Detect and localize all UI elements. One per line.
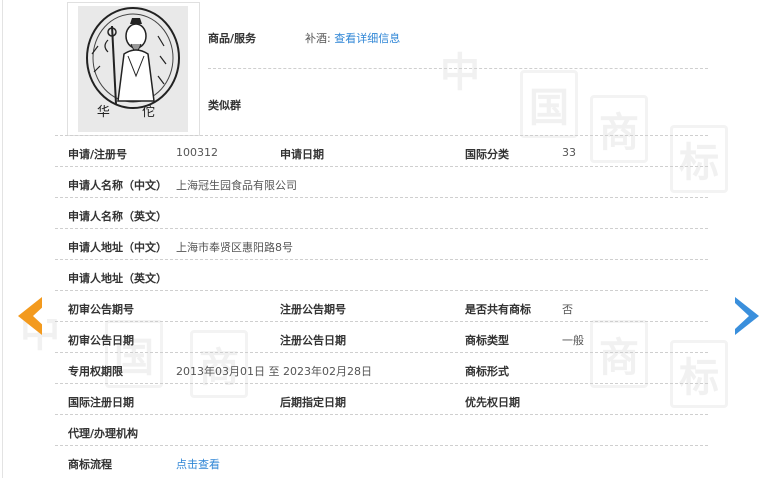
trademark-picture: 华 佗 <box>78 6 188 132</box>
shared-trademark-label: 是否共有商标 <box>465 303 531 316</box>
row-divider <box>55 321 708 322</box>
subsequent-designation-date-label: 后期指定日期 <box>280 396 346 409</box>
applicant-address-cn-label: 申请人地址（中文） <box>68 241 167 254</box>
registration-announcement-no-label: 注册公告期号 <box>280 303 346 316</box>
prelim-announcement-no-label: 初审公告期号 <box>68 303 134 316</box>
exclusive-right-period-label: 专用权期限 <box>68 365 123 378</box>
row-divider <box>55 352 708 353</box>
row-divider <box>55 290 708 291</box>
international-class-label: 国际分类 <box>465 148 509 161</box>
row-divider <box>55 197 708 198</box>
row-divider <box>208 68 708 69</box>
trademark-process-link[interactable]: 点击查看 <box>176 456 220 472</box>
row-divider <box>55 383 708 384</box>
watermark-char: 商 <box>590 95 648 163</box>
row-divider <box>55 228 708 229</box>
goods-services-text: 补酒: <box>305 32 331 45</box>
row-divider <box>55 414 708 415</box>
trademark-type-value: 一般 <box>562 334 584 347</box>
watermark-char: 国 <box>520 70 578 138</box>
left-border <box>2 0 3 478</box>
trademark-image: 华 佗 <box>67 2 200 136</box>
chevron-right-icon-inner <box>735 303 749 329</box>
row-divider <box>55 445 708 446</box>
trademark-type-label: 商标类型 <box>465 334 509 347</box>
international-registration-date-label: 国际注册日期 <box>68 396 134 409</box>
priority-date-label: 优先权日期 <box>465 396 520 409</box>
applicant-name-cn-label: 申请人名称（中文） <box>68 179 167 192</box>
exclusive-right-period-value: 2013年03月01日 至 2023年02月28日 <box>176 365 372 378</box>
applicant-name-cn-value: 上海冠生园食品有限公司 <box>176 179 297 192</box>
similar-group-label: 类似群 <box>208 99 241 112</box>
chevron-left-icon-inner <box>33 303 47 329</box>
applicant-name-en-label: 申请人名称（英文） <box>68 210 167 223</box>
trademark-form-label: 商标形式 <box>465 365 509 378</box>
watermark-char: 标 <box>670 340 728 408</box>
registration-announcement-date-label: 注册公告日期 <box>280 334 346 347</box>
applicant-address-cn-value: 上海市奉贤区惠阳路8号 <box>176 241 293 254</box>
watermark-char: 商 <box>590 320 648 388</box>
trademark-process-label: 商标流程 <box>68 458 112 471</box>
prelim-announcement-date-label: 初审公告日期 <box>68 334 134 347</box>
international-class-value: 33 <box>562 146 576 159</box>
application-number-value: 100312 <box>176 146 218 159</box>
row-divider <box>55 166 708 167</box>
agency-label: 代理/办理机构 <box>68 427 139 440</box>
application-date-label: 申请日期 <box>280 148 324 161</box>
row-divider <box>55 135 708 136</box>
row-divider <box>55 259 708 260</box>
watermark-char: 中 <box>440 50 480 96</box>
goods-services-value: 补酒: 查看详细信息 <box>305 30 400 46</box>
application-number-label: 申请/注册号 <box>68 148 128 161</box>
logo-caption: 华 佗 <box>96 105 170 120</box>
applicant-address-en-label: 申请人地址（英文） <box>68 272 167 285</box>
shared-trademark-value: 否 <box>562 303 573 316</box>
goods-services-label: 商品/服务 <box>208 32 257 45</box>
view-details-link[interactable]: 查看详细信息 <box>334 32 400 45</box>
